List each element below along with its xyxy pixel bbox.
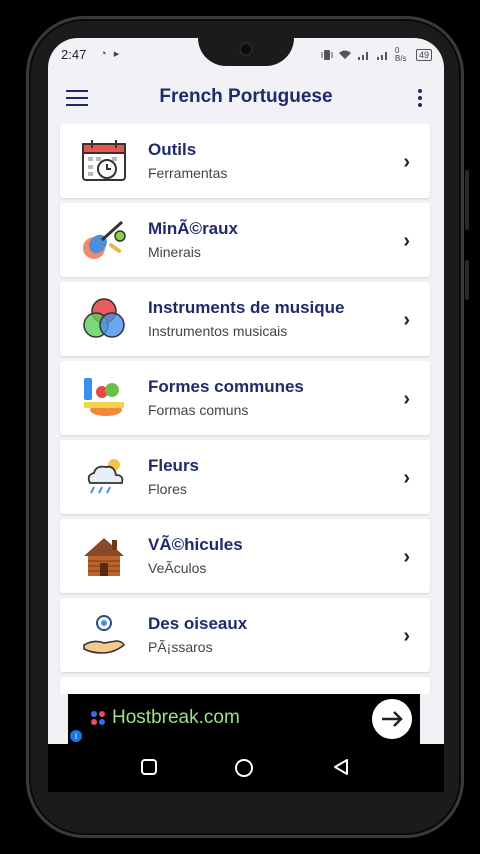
chevron-right-icon: › [403, 467, 410, 489]
item-subtitle: Instrumentos musicais [148, 323, 288, 339]
list-item[interactable]: Instruments de musique Instrumentos musi… [60, 282, 430, 356]
item-subtitle: Flores [148, 481, 187, 497]
chevron-right-icon: › [403, 309, 410, 331]
home-icon[interactable] [234, 758, 254, 778]
more-options-icon[interactable] [418, 89, 424, 107]
chevron-right-icon: › [403, 388, 410, 410]
list-item[interactable]: Fleurs Flores › [60, 440, 430, 514]
camera-notch [198, 38, 294, 66]
ad-brand[interactable]: Hostbreak.com [112, 707, 240, 729]
signal-2-icon [376, 52, 387, 60]
hand-money-icon [83, 615, 126, 654]
item-title: Outils [148, 140, 197, 159]
navigation-bar [48, 744, 444, 792]
status-time: 2:47 [61, 47, 87, 62]
ad-banner[interactable]: i Hostbreak.com [68, 694, 420, 744]
list-item[interactable]: VÃ©hicules VeÃ­culos › [60, 519, 430, 593]
item-title: Fleurs [148, 456, 200, 475]
item-subtitle: VeÃ­culos [148, 560, 207, 576]
weather-cloud-icon [87, 459, 124, 494]
camera-icon [239, 42, 253, 56]
item-title: MinÃ©raux [148, 219, 238, 238]
item-title: Formes communes [148, 377, 304, 396]
chevron-right-icon: › [403, 546, 410, 568]
category-list: Outils Ferramentas › MinÃ©raux Minerais … [48, 124, 444, 694]
item-subtitle: Minerais [148, 244, 201, 260]
ad-info-icon[interactable]: i [70, 730, 82, 742]
chevron-right-icon: › [403, 230, 410, 252]
chevron-right-icon: › [403, 625, 410, 647]
calendar-clock-icon [82, 140, 126, 181]
item-title: Des oiseaux [148, 614, 248, 633]
venn-circles-icon [83, 298, 125, 338]
signal-icon [357, 52, 368, 60]
screen: 2:47 ◔ ▸ 0 B/s 49 French Portuguese Outi… [48, 38, 444, 744]
item-subtitle: Formas comuns [148, 402, 249, 418]
list-item[interactable]: Outils Ferramentas › [60, 124, 430, 198]
network-speed: 0 B/s [394, 46, 407, 63]
chevron-right-icon: › [403, 151, 410, 173]
list-item[interactable]: Formes communes Formas comuns › [60, 361, 430, 435]
power-button [465, 260, 469, 300]
hostbreak-logo-icon [91, 711, 105, 725]
item-subtitle: Ferramentas [148, 165, 228, 181]
item-title: VÃ©hicules [148, 535, 243, 554]
list-item[interactable] [60, 677, 430, 694]
app-bar: French Portuguese [48, 72, 444, 124]
list-item[interactable]: Des oiseaux PÃ¡ssaros › [60, 598, 430, 672]
arrow-right-icon[interactable] [372, 699, 412, 739]
recent-apps-icon[interactable] [140, 758, 158, 776]
guitar-ball-icon [83, 220, 126, 259]
list-item[interactable]: MinÃ©raux Minerais › [60, 203, 430, 277]
vibrate-icon [321, 50, 333, 60]
page-title: French Portuguese [159, 86, 333, 107]
status-right: 0 B/s 49 [321, 47, 432, 63]
item-title: Instruments de musique [148, 298, 345, 317]
volume-button [465, 170, 469, 230]
wifi-icon [338, 50, 351, 59]
battery-icon: 49 [415, 49, 432, 61]
notification-icons: ◔ ▸ [100, 48, 122, 60]
item-subtitle: PÃ¡ssaros [148, 639, 213, 655]
back-icon[interactable] [332, 758, 350, 776]
groceries-icon [84, 378, 124, 416]
house-icon [84, 538, 124, 576]
